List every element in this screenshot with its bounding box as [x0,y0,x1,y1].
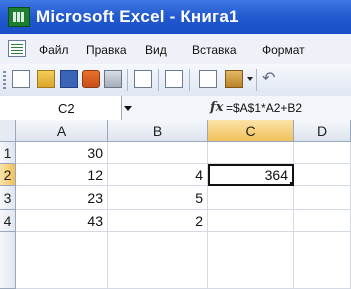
worksheet-grid: A B C D 1 30 2 12 4 364 3 23 5 4 43 2 [0,120,351,289]
new-icon[interactable] [12,70,30,88]
toolbar-separator [189,69,190,91]
toolbar-separator [127,69,128,91]
title-bar: Microsoft Excel - Книга1 [0,0,351,34]
cell-a4[interactable]: 43 [16,210,108,232]
menu-item-view[interactable]: Вид [145,43,167,57]
column-header-d[interactable]: D [294,120,351,142]
cell-d1[interactable] [294,142,351,164]
cell-d4[interactable] [294,210,351,232]
spelling-icon[interactable] [165,70,183,88]
open-icon[interactable] [37,70,55,88]
menu-item-insert[interactable]: Вставка [192,43,237,57]
name-box-dropdown-icon[interactable] [124,106,132,111]
row-header-2[interactable]: 2 [0,164,16,186]
cell-a3[interactable]: 23 [16,186,108,210]
toolbar-separator [158,69,159,91]
name-box-value: C2 [58,101,75,116]
window-title: Microsoft Excel - Книга1 [36,7,239,26]
cell-b4[interactable]: 2 [108,210,208,232]
print-preview-icon[interactable] [134,70,152,88]
cell-a1[interactable]: 30 [16,142,108,164]
menu-item-edit[interactable]: Правка [86,43,127,57]
cell-c4[interactable] [208,210,294,232]
formula-bar: C2 fx =$A$1*A2+B2 [0,96,351,121]
print-icon[interactable] [104,70,122,88]
cell-d5[interactable] [294,232,351,289]
excel-app-icon[interactable] [8,7,30,27]
excel-window: Microsoft Excel - Книга1 Файл Правка Вид… [0,0,351,289]
row-header-3[interactable]: 3 [0,186,16,210]
cell-b2[interactable]: 4 [108,164,208,186]
standard-toolbar: ↶ [0,64,351,97]
cell-a5[interactable] [16,232,108,289]
toolbar-separator [256,69,257,91]
save-icon[interactable] [60,70,78,88]
permission-icon[interactable] [82,70,100,88]
insert-function-icon[interactable]: fx [210,100,223,115]
cell-d3[interactable] [294,186,351,210]
column-header-c[interactable]: C [208,120,294,142]
document-icon[interactable] [8,40,26,57]
name-box[interactable]: C2 [0,96,122,120]
cell-b1[interactable] [108,142,208,164]
menu-bar: Файл Правка Вид Вставка Формат [0,34,351,65]
cell-c2-active[interactable]: 364 [208,164,294,186]
cell-b3[interactable]: 5 [108,186,208,210]
row-header-5[interactable] [0,232,16,289]
cell-a2[interactable]: 12 [16,164,108,186]
row-header-1[interactable]: 1 [0,142,16,164]
formula-input[interactable]: =$A$1*A2+B2 [226,101,302,115]
row-header-4[interactable]: 4 [0,210,16,232]
cell-b5[interactable] [108,232,208,289]
cell-c5[interactable] [208,232,294,289]
paste-dropdown-arrow-icon[interactable] [247,77,253,81]
cell-c1[interactable] [208,142,294,164]
undo-icon[interactable]: ↶ [262,70,280,88]
copy-icon[interactable] [199,70,217,88]
select-all-corner[interactable] [0,120,16,142]
menu-item-file[interactable]: Файл [39,43,69,57]
paste-icon[interactable] [225,70,243,88]
menu-item-format[interactable]: Формат [262,43,305,57]
column-header-b[interactable]: B [108,120,208,142]
cell-c3[interactable] [208,186,294,210]
cell-d2[interactable] [294,164,351,186]
toolbar-grip[interactable] [3,71,6,89]
column-header-a[interactable]: A [16,120,108,142]
